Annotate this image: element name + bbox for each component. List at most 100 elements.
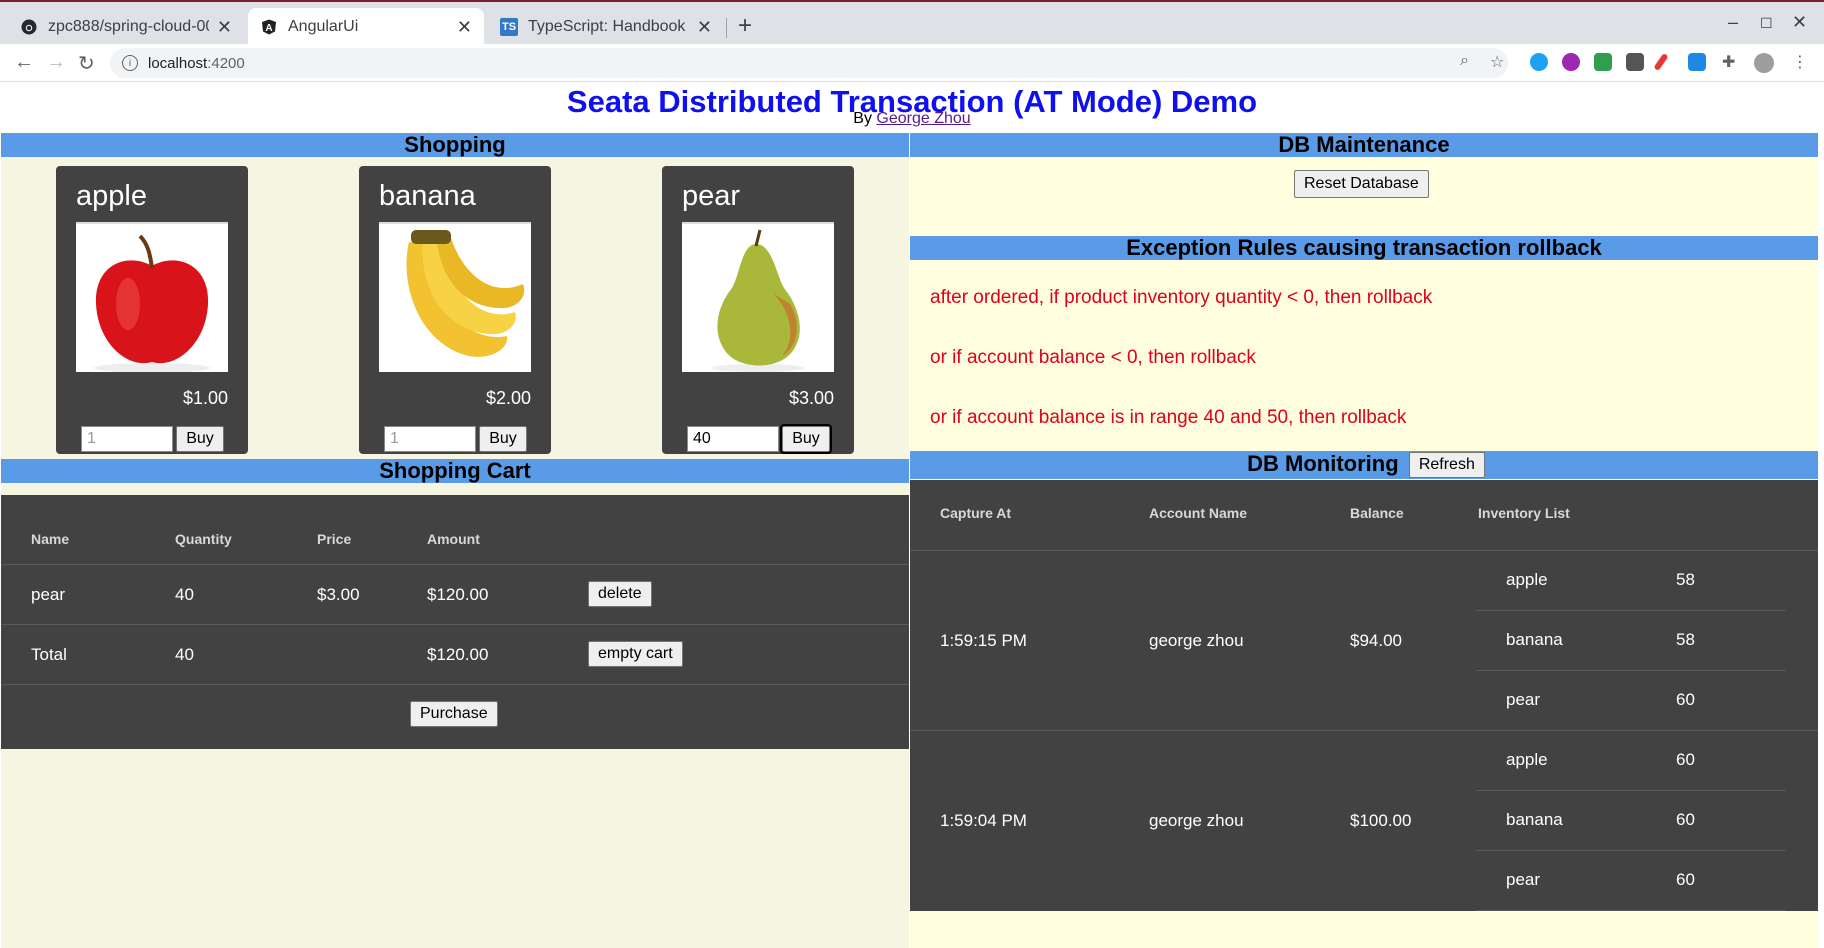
address-bar[interactable]: i localhost:4200 bbox=[110, 48, 1508, 78]
byline-prefix: By bbox=[853, 110, 872, 127]
column-header: Price bbox=[317, 531, 352, 547]
table-row: 1:59:15 PM george zhou $94.00 apple 58 b… bbox=[910, 550, 1818, 730]
product-card-pear: pear $3.00 Buy bbox=[662, 166, 854, 454]
tab-title: AngularUi bbox=[288, 18, 359, 35]
column-header: Amount bbox=[427, 531, 480, 547]
quantity-input[interactable] bbox=[81, 426, 173, 452]
reset-database-button[interactable]: Reset Database bbox=[1294, 170, 1429, 198]
menu-icon[interactable]: ⋮ bbox=[1792, 52, 1808, 72]
column-header: Inventory List bbox=[1478, 505, 1570, 521]
inventory-qty: 60 bbox=[1676, 750, 1695, 769]
total-row: Total 40 $120.00 empty cart bbox=[1, 624, 909, 684]
refresh-button[interactable]: Refresh bbox=[1408, 452, 1485, 478]
extension-icon[interactable] bbox=[1594, 53, 1612, 71]
inventory-name: pear bbox=[1506, 690, 1541, 709]
puzzle-icon[interactable]: ✚ bbox=[1722, 52, 1735, 72]
inventory-item: pear 60 bbox=[1476, 851, 1786, 911]
delete-button[interactable]: delete bbox=[588, 581, 652, 607]
typescript-icon: TS bbox=[500, 18, 518, 36]
tab-title: zpc888/spring-cloud-002- bbox=[48, 18, 209, 35]
tab-title: TypeScript: Handbook - G bbox=[528, 18, 689, 35]
forward-icon[interactable]: → bbox=[46, 51, 66, 74]
rule-text: or if account balance < 0, then rollback bbox=[930, 347, 1256, 368]
table-row: pear 40 $3.00 $120.00 delete bbox=[1, 564, 909, 624]
inventory-name: apple bbox=[1506, 750, 1548, 769]
inventory-name: apple bbox=[1506, 570, 1548, 589]
column-header: Capture At bbox=[940, 505, 1012, 521]
account-balance: $94.00 bbox=[1350, 631, 1402, 650]
inventory-qty: 58 bbox=[1676, 630, 1695, 649]
banana-image bbox=[379, 222, 531, 372]
tab-angularui[interactable]: A AngularUi ✕ bbox=[248, 8, 484, 46]
product-price: $2.00 bbox=[485, 388, 531, 408]
account-balance: $100.00 bbox=[1350, 811, 1412, 830]
rule-text: after ordered, if product inventory quan… bbox=[930, 287, 1433, 308]
window-close-icon[interactable]: ✕ bbox=[1792, 12, 1807, 33]
inventory-item: banana 60 bbox=[1476, 791, 1786, 851]
buy-button[interactable]: Buy bbox=[780, 424, 832, 454]
shopping-heading: Shopping bbox=[1, 133, 909, 157]
extension-icon[interactable] bbox=[1530, 53, 1548, 71]
inventory-item: apple 58 bbox=[1476, 551, 1786, 611]
product-name: banana bbox=[379, 180, 476, 212]
close-tab-icon[interactable]: ✕ bbox=[457, 17, 472, 38]
bookmark-star-icon[interactable]: ☆ bbox=[1490, 52, 1504, 72]
byline: By George Zhou bbox=[0, 110, 1824, 128]
inventory-item: banana 58 bbox=[1476, 611, 1786, 671]
tab-github[interactable]: zpc888/spring-cloud-002- ✕ bbox=[8, 8, 244, 46]
browser-tab-bar: zpc888/spring-cloud-002- ✕ A AngularUi ✕… bbox=[0, 0, 1824, 46]
product-card-banana: banana $2.00 Buy bbox=[359, 166, 551, 454]
purchase-row: Purchase bbox=[1, 684, 909, 749]
new-tab-icon[interactable]: + bbox=[738, 12, 752, 40]
purchase-button[interactable]: Purchase bbox=[410, 701, 498, 727]
tab-typescript[interactable]: TS TypeScript: Handbook - G ✕ bbox=[488, 8, 724, 46]
shopping-panel: Shopping apple $1.00 Buy banana bbox=[1, 133, 909, 948]
reload-icon[interactable]: ↻ bbox=[78, 51, 95, 76]
capture-time: 1:59:15 PM bbox=[940, 631, 1027, 650]
github-icon bbox=[20, 18, 38, 36]
admin-panel: DB Maintenance Reset Database Exception … bbox=[910, 133, 1818, 948]
cart-item-quantity: 40 bbox=[175, 585, 194, 604]
zoom-icon[interactable]: ⌕ bbox=[1460, 52, 1469, 70]
minimize-icon[interactable]: – bbox=[1728, 12, 1738, 33]
inventory-qty: 58 bbox=[1676, 570, 1695, 589]
url-host: localhost bbox=[148, 54, 208, 72]
product-name: pear bbox=[682, 180, 741, 212]
svg-text:A: A bbox=[265, 23, 272, 34]
inventory-name: pear bbox=[1506, 870, 1541, 889]
extension-icon[interactable] bbox=[1562, 53, 1580, 71]
inventory-qty: 60 bbox=[1676, 690, 1695, 709]
page-content: Seata Distributed Transaction (AT Mode) … bbox=[0, 82, 1824, 948]
avatar[interactable] bbox=[1754, 53, 1774, 73]
product-name: apple bbox=[76, 180, 147, 212]
buy-button[interactable]: Buy bbox=[176, 426, 224, 452]
close-tab-icon[interactable]: ✕ bbox=[697, 17, 712, 38]
rule-text: or if account balance is in range 40 and… bbox=[930, 407, 1407, 428]
back-icon[interactable]: ← bbox=[14, 51, 34, 74]
empty-cart-button[interactable]: empty cart bbox=[588, 641, 683, 667]
quantity-input[interactable] bbox=[687, 426, 779, 452]
shopping-cart-heading: Shopping Cart bbox=[1, 459, 909, 483]
tab-separator bbox=[726, 18, 727, 38]
close-tab-icon[interactable]: ✕ bbox=[217, 17, 232, 38]
cart-item-price: $3.00 bbox=[317, 585, 360, 604]
maximize-icon[interactable]: ☐ bbox=[1760, 15, 1773, 32]
product-card-apple: apple $1.00 Buy bbox=[56, 166, 248, 454]
account-name: george zhou bbox=[1149, 811, 1244, 830]
inventory-item: apple 60 bbox=[1476, 731, 1786, 791]
pen-icon[interactable] bbox=[1653, 52, 1669, 72]
site-info-icon[interactable]: i bbox=[122, 55, 138, 71]
shield-icon[interactable] bbox=[1626, 53, 1644, 71]
db-monitoring-bar: DB Monitoring Refresh bbox=[910, 451, 1818, 479]
buy-button[interactable]: Buy bbox=[479, 426, 527, 452]
cart-item-amount: $120.00 bbox=[427, 585, 489, 604]
inventory-name: banana bbox=[1506, 810, 1563, 829]
total-amount: $120.00 bbox=[427, 645, 489, 664]
author-link[interactable]: George Zhou bbox=[876, 110, 970, 127]
db-monitoring-heading: DB Monitoring bbox=[1247, 451, 1399, 476]
account-name: george zhou bbox=[1149, 631, 1244, 650]
column-header: Name bbox=[31, 531, 70, 547]
db-maintenance-heading: DB Maintenance bbox=[910, 133, 1818, 157]
quantity-input[interactable] bbox=[384, 426, 476, 452]
extension-icon[interactable] bbox=[1688, 53, 1706, 71]
